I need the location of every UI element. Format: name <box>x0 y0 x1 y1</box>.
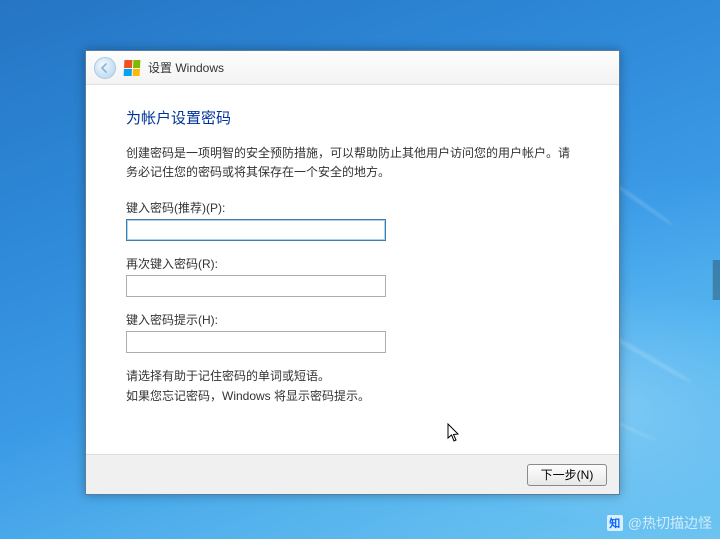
help-text: 请选择有助于记住密码的单词或短语。 如果您忘记密码，Windows 将显示密码提… <box>126 367 579 407</box>
help-line-2: 如果您忘记密码，Windows 将显示密码提示。 <box>126 387 579 407</box>
back-button[interactable] <box>94 57 116 79</box>
page-heading: 为帐户设置密码 <box>126 107 579 128</box>
watermark-text: @热切描边怪 <box>628 513 712 533</box>
description-text: 创建密码是一项明智的安全预防措施，可以帮助防止其他用户访问您的用户帐户。请务必记… <box>126 144 579 181</box>
content-area: 为帐户设置密码 创建密码是一项明智的安全预防措施，可以帮助防止其他用户访问您的用… <box>86 85 619 454</box>
watermark: 知 @热切描边怪 <box>607 513 712 533</box>
footer-bar: 下一步(N) <box>86 454 619 494</box>
password-input[interactable] <box>126 219 386 241</box>
help-line-1: 请选择有助于记住密码的单词或短语。 <box>126 367 579 387</box>
hint-input[interactable] <box>126 331 386 353</box>
hint-label: 键入密码提示(H): <box>126 311 579 328</box>
edge-panel <box>712 260 720 300</box>
confirm-password-input[interactable] <box>126 275 386 297</box>
zhihu-logo-icon: 知 <box>607 515 623 531</box>
setup-window: 设置 Windows 为帐户设置密码 创建密码是一项明智的安全预防措施，可以帮助… <box>85 50 620 495</box>
titlebar: 设置 Windows <box>86 51 619 85</box>
window-title: 设置 Windows <box>148 59 224 76</box>
back-arrow-icon <box>100 63 110 73</box>
windows-flag-icon <box>124 60 141 76</box>
password-label: 键入密码(推荐)(P): <box>126 199 579 216</box>
next-button[interactable]: 下一步(N) <box>527 464 607 486</box>
confirm-password-label: 再次键入密码(R): <box>126 255 579 272</box>
